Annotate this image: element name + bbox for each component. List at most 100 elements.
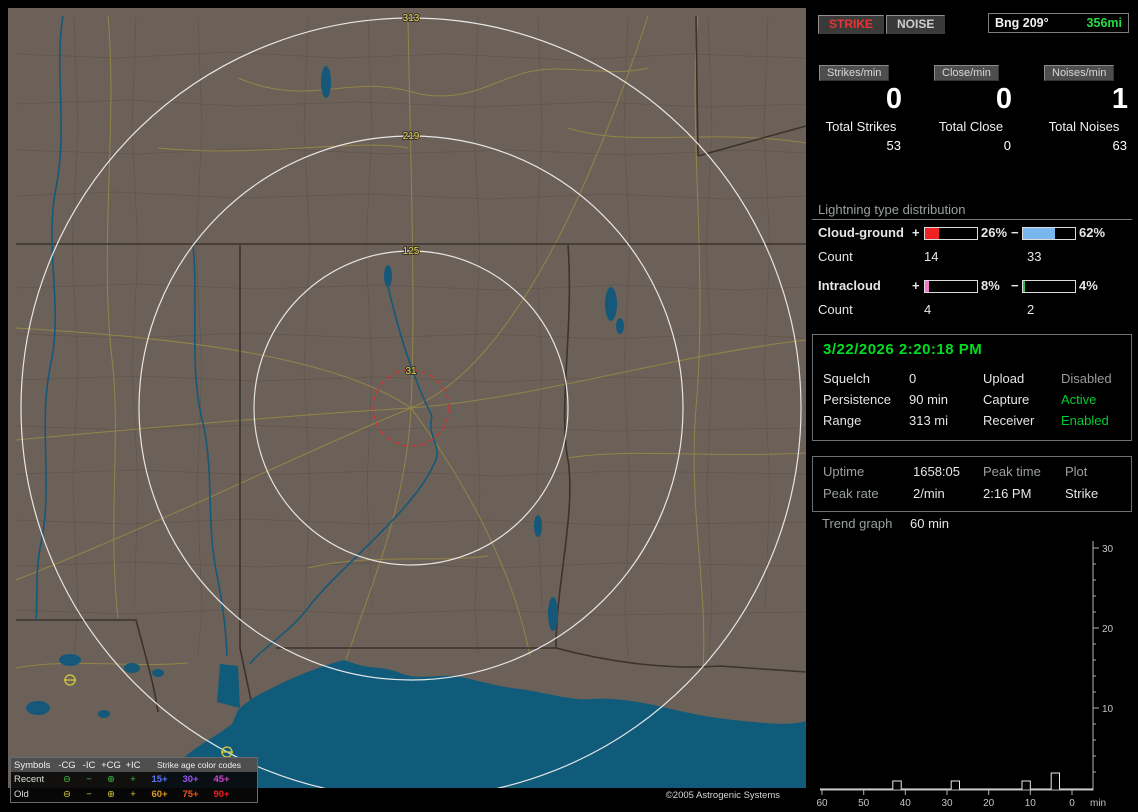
ic-plus-bar-fill	[925, 281, 930, 292]
ring-label-31: 31	[405, 366, 417, 377]
plot-label: Plot	[1065, 464, 1088, 479]
cg-minus-count: 33	[1027, 249, 1042, 264]
legend-old-row: Old ⊖ − ⊕ + 60+ 75+ 90+	[11, 787, 257, 802]
upload-status: Disabled	[1061, 371, 1112, 386]
recent-neg-ic-icon: −	[86, 774, 92, 785]
capture-status: Active	[1061, 392, 1097, 407]
trend-x-10: 10	[1025, 798, 1037, 809]
legend-recent-label: Recent	[14, 774, 45, 785]
map-legend: Symbols -CG -IC +CG +IC Strike age color…	[10, 757, 258, 803]
datetime-display: 3/22/2026 2:20:18 PM	[823, 341, 983, 358]
uptime-grid: Uptime 1658:05 Peak time Plot Peak rate …	[813, 464, 1131, 501]
trend-x-40: 40	[900, 798, 912, 809]
ic-minus-pct: 4%	[1079, 278, 1098, 293]
old-pos-cg-icon: ⊕	[107, 789, 115, 800]
old-neg-cg-icon: ⊖	[63, 789, 71, 800]
strikes-column: Strikes/min 0 Total Strikes 53	[818, 63, 904, 153]
old-neg-ic-icon: −	[86, 789, 92, 800]
trend-axes	[820, 541, 1094, 791]
mobile-bay	[217, 664, 240, 708]
intracloud-label: Intracloud	[818, 278, 881, 293]
squelch-label: Squelch	[823, 371, 870, 386]
noises-per-min-button[interactable]: Noises/min	[1044, 65, 1115, 81]
distribution-title: Lightning type distribution	[818, 202, 966, 217]
ic-plus-count: 4	[924, 302, 932, 317]
ic-count-label: Count	[818, 302, 853, 317]
persistence-value: 90 min	[909, 392, 949, 407]
total-strikes-value: 53	[886, 138, 901, 153]
trend-graph: 30 20 10 60 50 40 30 20 10 0 min	[816, 541, 1114, 809]
trend-x-50: 50	[858, 798, 870, 809]
legend-age-header: Strike age color codes	[156, 760, 242, 770]
total-noises-label: Total Noises	[1048, 119, 1120, 134]
ic-minus-bar	[1022, 280, 1076, 293]
receiver-label: Receiver	[983, 413, 1035, 428]
persistence-label: Persistence	[823, 392, 891, 407]
age-30: 30+	[182, 774, 199, 785]
noises-per-min-value: 1	[1111, 83, 1128, 115]
ring-label-219: 219	[403, 131, 420, 142]
total-strikes-label: Total Strikes	[825, 119, 897, 134]
uptime-label: Uptime	[823, 464, 865, 479]
legend-col-neg-ic: -IC	[82, 759, 96, 771]
copyright-text: ©2005 Astrogenic Systems	[665, 790, 780, 801]
trend-y-30: 30	[1102, 544, 1114, 555]
settings-grid: Squelch 0 Upload Disabled Persistence 90…	[813, 371, 1131, 428]
range-value: 313 mi	[909, 413, 949, 428]
trend-y-10: 10	[1102, 704, 1114, 715]
receiver-status: Enabled	[1061, 413, 1109, 428]
peak-time-value: 2:16 PM	[983, 486, 1032, 501]
close-per-min-button[interactable]: Close/min	[934, 65, 999, 81]
peak-rate-value: 2/min	[913, 486, 945, 501]
total-close-value: 0	[1003, 138, 1011, 153]
trend-x-60: 60	[816, 798, 828, 809]
bearing-range-value: 356mi	[1086, 16, 1122, 30]
legend-old-label: Old	[14, 789, 29, 800]
status-box: 3/22/2026 2:20:18 PM Squelch 0 Upload Di…	[812, 334, 1132, 441]
trend-y-20: 20	[1102, 624, 1114, 635]
strike-mode-button[interactable]: STRIKE	[818, 15, 885, 34]
age-45: 45+	[213, 774, 230, 785]
total-noises-value: 63	[1112, 138, 1127, 153]
cg-minus-bar	[1022, 227, 1076, 240]
cg-plus-bar	[924, 227, 978, 240]
total-close-label: Total Close	[938, 119, 1004, 134]
ic-plus-sign: +	[912, 278, 920, 293]
ic-minus-count: 2	[1027, 302, 1035, 317]
close-per-min-value: 0	[995, 83, 1012, 115]
bearing-value: Bng 209°	[995, 16, 1049, 30]
ring-label-313: 313	[403, 13, 420, 24]
trend-step-line	[820, 772, 1093, 790]
trend-x-ticks	[821, 790, 1073, 795]
capture-label: Capture	[983, 392, 1030, 407]
cg-plus-bar-fill	[925, 228, 939, 239]
ic-minus-sign: −	[1011, 278, 1019, 293]
legend-col-pos-ic: +IC	[125, 759, 141, 771]
plot-value: Strike	[1065, 486, 1099, 501]
recent-pos-ic-icon: +	[130, 774, 136, 785]
trend-window-value: 60 min	[910, 516, 950, 531]
legend-recent-row: Recent ⊖ − ⊕ + 15+ 30+ 45+	[11, 772, 257, 787]
trend-x-unit: min	[1090, 798, 1106, 809]
cg-minus-bar-fill	[1023, 228, 1056, 239]
peak-rate-label: Peak rate	[823, 486, 879, 501]
legend-header-row: Symbols -CG -IC +CG +IC Strike age color…	[11, 758, 257, 772]
age-90: 90+	[213, 789, 230, 800]
age-75: 75+	[182, 789, 199, 800]
upload-label: Upload	[983, 371, 1025, 386]
cloud-ground-label: Cloud-ground	[818, 225, 904, 240]
strikes-per-min-value: 0	[885, 83, 902, 115]
strikes-per-min-button[interactable]: Strikes/min	[819, 65, 890, 81]
noises-column: Noises/min 1 Total Noises 63	[1038, 63, 1130, 153]
trend-x-20: 20	[983, 798, 995, 809]
recent-neg-cg-icon: ⊖	[63, 774, 71, 785]
trend-x-labels: 60 50 40 30 20 10 0 min	[816, 798, 1106, 809]
noise-mode-button[interactable]: NOISE	[886, 15, 946, 34]
lightning-map: 313 219 125 31	[8, 8, 806, 788]
recent-pos-cg-icon: ⊕	[107, 774, 115, 785]
legend-col-neg-cg: -CG	[58, 759, 76, 771]
trend-x-0: 0	[1069, 798, 1075, 809]
ic-minus-bar-fill	[1023, 281, 1026, 292]
close-column: Close/min 0 Total Close 0	[928, 63, 1014, 153]
cg-minus-pct: 62%	[1079, 225, 1106, 240]
